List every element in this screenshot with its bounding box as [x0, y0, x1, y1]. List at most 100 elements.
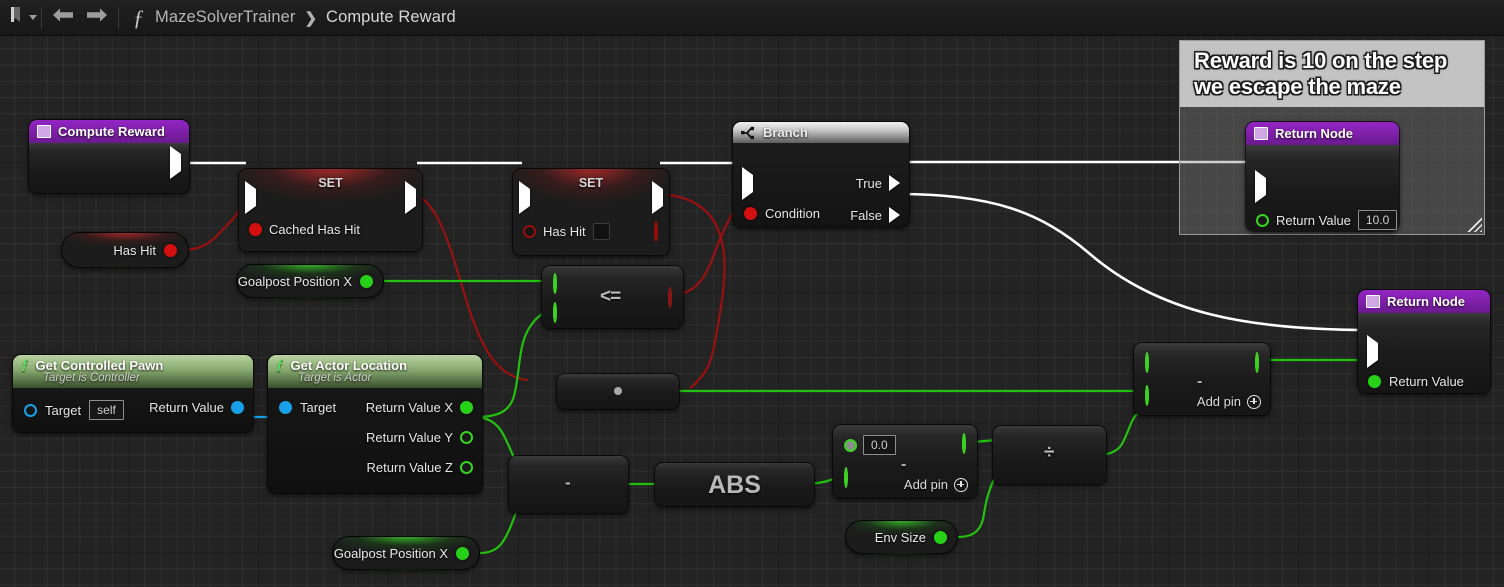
node-return-bottom[interactable]: Return Node Return Value: [1357, 289, 1491, 394]
pin-label: Has Hit: [543, 224, 586, 239]
float-input-pin-b[interactable]: [1145, 385, 1149, 406]
return-z-output-pin[interactable]: [460, 461, 473, 474]
node-body: SET Cached Has Hit: [239, 169, 422, 251]
exec-input-pin[interactable]: [245, 181, 256, 214]
node-body: -: [509, 456, 628, 513]
node-body: Target self Return Value: [13, 388, 253, 432]
node-var-has-hit[interactable]: Has Hit: [61, 232, 189, 268]
node-header: Compute Reward: [29, 120, 189, 143]
exec-output-true-pin[interactable]: [889, 175, 900, 191]
bool-input-pin[interactable]: [249, 223, 262, 236]
bool-value-checkbox[interactable]: [592, 223, 610, 240]
target-input-pin[interactable]: [24, 403, 37, 417]
literal-value-field[interactable]: 0.0: [863, 435, 896, 455]
bool-output-pin[interactable]: [164, 243, 177, 257]
node-set-has-hit[interactable]: SET Has Hit: [512, 168, 670, 256]
bool-output-pin[interactable]: [668, 287, 672, 308]
return-z-label: Return Value Z: [366, 460, 453, 475]
float-input-pin-b[interactable]: [553, 302, 557, 323]
node-var-goalpost-bottom[interactable]: Goalpost Position X: [332, 536, 480, 570]
float-input-pin-b[interactable]: [844, 467, 848, 488]
float-input-pin-a[interactable]: [844, 438, 857, 452]
condition-label: Condition: [765, 206, 820, 221]
float-output-pin[interactable]: [456, 546, 469, 560]
float-output-pin[interactable]: [1255, 352, 1259, 373]
return-value-output-pin[interactable]: [231, 401, 244, 414]
forward-button[interactable]: [80, 3, 114, 33]
float-input-pin-a[interactable]: [553, 273, 557, 294]
node-body: 0.0 - Add pin: [833, 425, 977, 498]
node-abs[interactable]: ABS: [654, 462, 815, 507]
exec-output-pin[interactable]: [405, 181, 416, 214]
return-value-input-pin[interactable]: [1368, 375, 1381, 388]
node-body: Target Return Value X Return Value Y Ret…: [268, 388, 482, 493]
operator-symbol: ABS: [708, 471, 761, 499]
condition-input-pin[interactable]: [744, 207, 757, 220]
exec-input-pin[interactable]: [1367, 335, 1378, 368]
comment-resize-handle[interactable]: [1466, 216, 1482, 232]
node-title: Return Node: [1275, 126, 1353, 141]
node-subtract-final[interactable]: - Add pin: [1133, 342, 1271, 416]
node-less-equal[interactable]: <=: [541, 265, 684, 329]
back-arrow-icon: [52, 7, 74, 28]
node-set-cached-has-hit[interactable]: SET Cached Has Hit: [238, 168, 423, 252]
float-input-pin-a[interactable]: [1145, 352, 1149, 373]
exec-output-pin[interactable]: [170, 146, 181, 179]
node-divide[interactable]: ÷: [992, 425, 1107, 485]
pin-label: Cached Has Hit: [269, 222, 361, 237]
node-get-actor-location[interactable]: ƒ Get Actor Location Target is Actor Tar…: [267, 354, 483, 494]
node-return-top[interactable]: Return Node Return Value 10.0: [1245, 121, 1400, 232]
operator-symbol: ÷: [1044, 442, 1055, 463]
node-subtitle: Target is Actor: [298, 372, 372, 384]
toolbar-divider: [41, 6, 42, 29]
target-input-pin[interactable]: [279, 401, 292, 414]
blueprint-graph-canvas[interactable]: Reward is 10 on the step we escape the m…: [0, 36, 1504, 587]
bookmark-dropdown-button[interactable]: [0, 6, 37, 29]
return-x-output-pin[interactable]: [460, 401, 473, 414]
node-compute-reward-entry[interactable]: Compute Reward: [28, 119, 190, 194]
return-y-output-pin[interactable]: [460, 431, 473, 444]
operator-symbol: -: [901, 456, 907, 473]
plus-circle-icon: [954, 477, 968, 492]
bool-output-pin[interactable]: [654, 221, 658, 242]
select-dot-icon: [614, 387, 622, 395]
node-title: Compute Reward: [58, 124, 165, 139]
operator-symbol: <=: [600, 286, 621, 307]
return-value-input-pin[interactable]: [1256, 213, 1269, 227]
forward-arrow-icon: [86, 7, 108, 28]
chevron-down-icon: [29, 15, 37, 20]
exec-output-pin[interactable]: [652, 181, 663, 214]
comment-title[interactable]: Reward is 10 on the step we escape the m…: [1180, 41, 1484, 108]
node-subtract-bottom[interactable]: -: [508, 455, 629, 514]
operator-symbol: -: [565, 473, 571, 492]
add-pin-button[interactable]: Add pin: [904, 477, 968, 492]
node-body: <=: [542, 266, 683, 328]
node-subtract-literal[interactable]: 0.0 - Add pin: [832, 424, 978, 499]
exec-input-pin[interactable]: [519, 181, 530, 214]
float-output-pin[interactable]: [360, 274, 373, 288]
add-pin-label: Add pin: [903, 477, 948, 492]
target-value-field[interactable]: self: [89, 400, 124, 420]
return-x-label: Return Value X: [365, 400, 453, 415]
node-get-controlled-pawn[interactable]: ƒ Get Controlled Pawn Target is Controll…: [12, 354, 254, 433]
node-title: SET: [318, 176, 343, 190]
add-pin-button[interactable]: Add pin: [1197, 394, 1261, 409]
float-output-pin[interactable]: [962, 433, 966, 454]
exec-input-pin[interactable]: [742, 167, 753, 200]
node-title: Return Node: [1387, 294, 1465, 309]
breadcrumb-root[interactable]: MazeSolverTrainer: [155, 8, 295, 27]
back-button[interactable]: [46, 3, 80, 33]
bool-input-pin[interactable]: [523, 225, 536, 238]
node-select[interactable]: [556, 373, 680, 410]
node-var-env-size[interactable]: Env Size: [845, 520, 958, 554]
return-value-field[interactable]: 10.0: [1357, 210, 1398, 230]
plus-circle-icon: [1247, 394, 1261, 409]
function-result-icon: [1366, 295, 1380, 308]
exec-output-false-pin[interactable]: [889, 207, 900, 223]
breadcrumb-current[interactable]: Compute Reward: [326, 8, 456, 27]
exec-input-pin[interactable]: [1255, 170, 1266, 203]
node-header: Return Node: [1246, 122, 1399, 145]
node-var-goalpost-top[interactable]: Goalpost Position X: [236, 264, 384, 298]
float-output-pin[interactable]: [934, 530, 947, 544]
node-branch[interactable]: Branch True Condition False: [732, 121, 910, 228]
